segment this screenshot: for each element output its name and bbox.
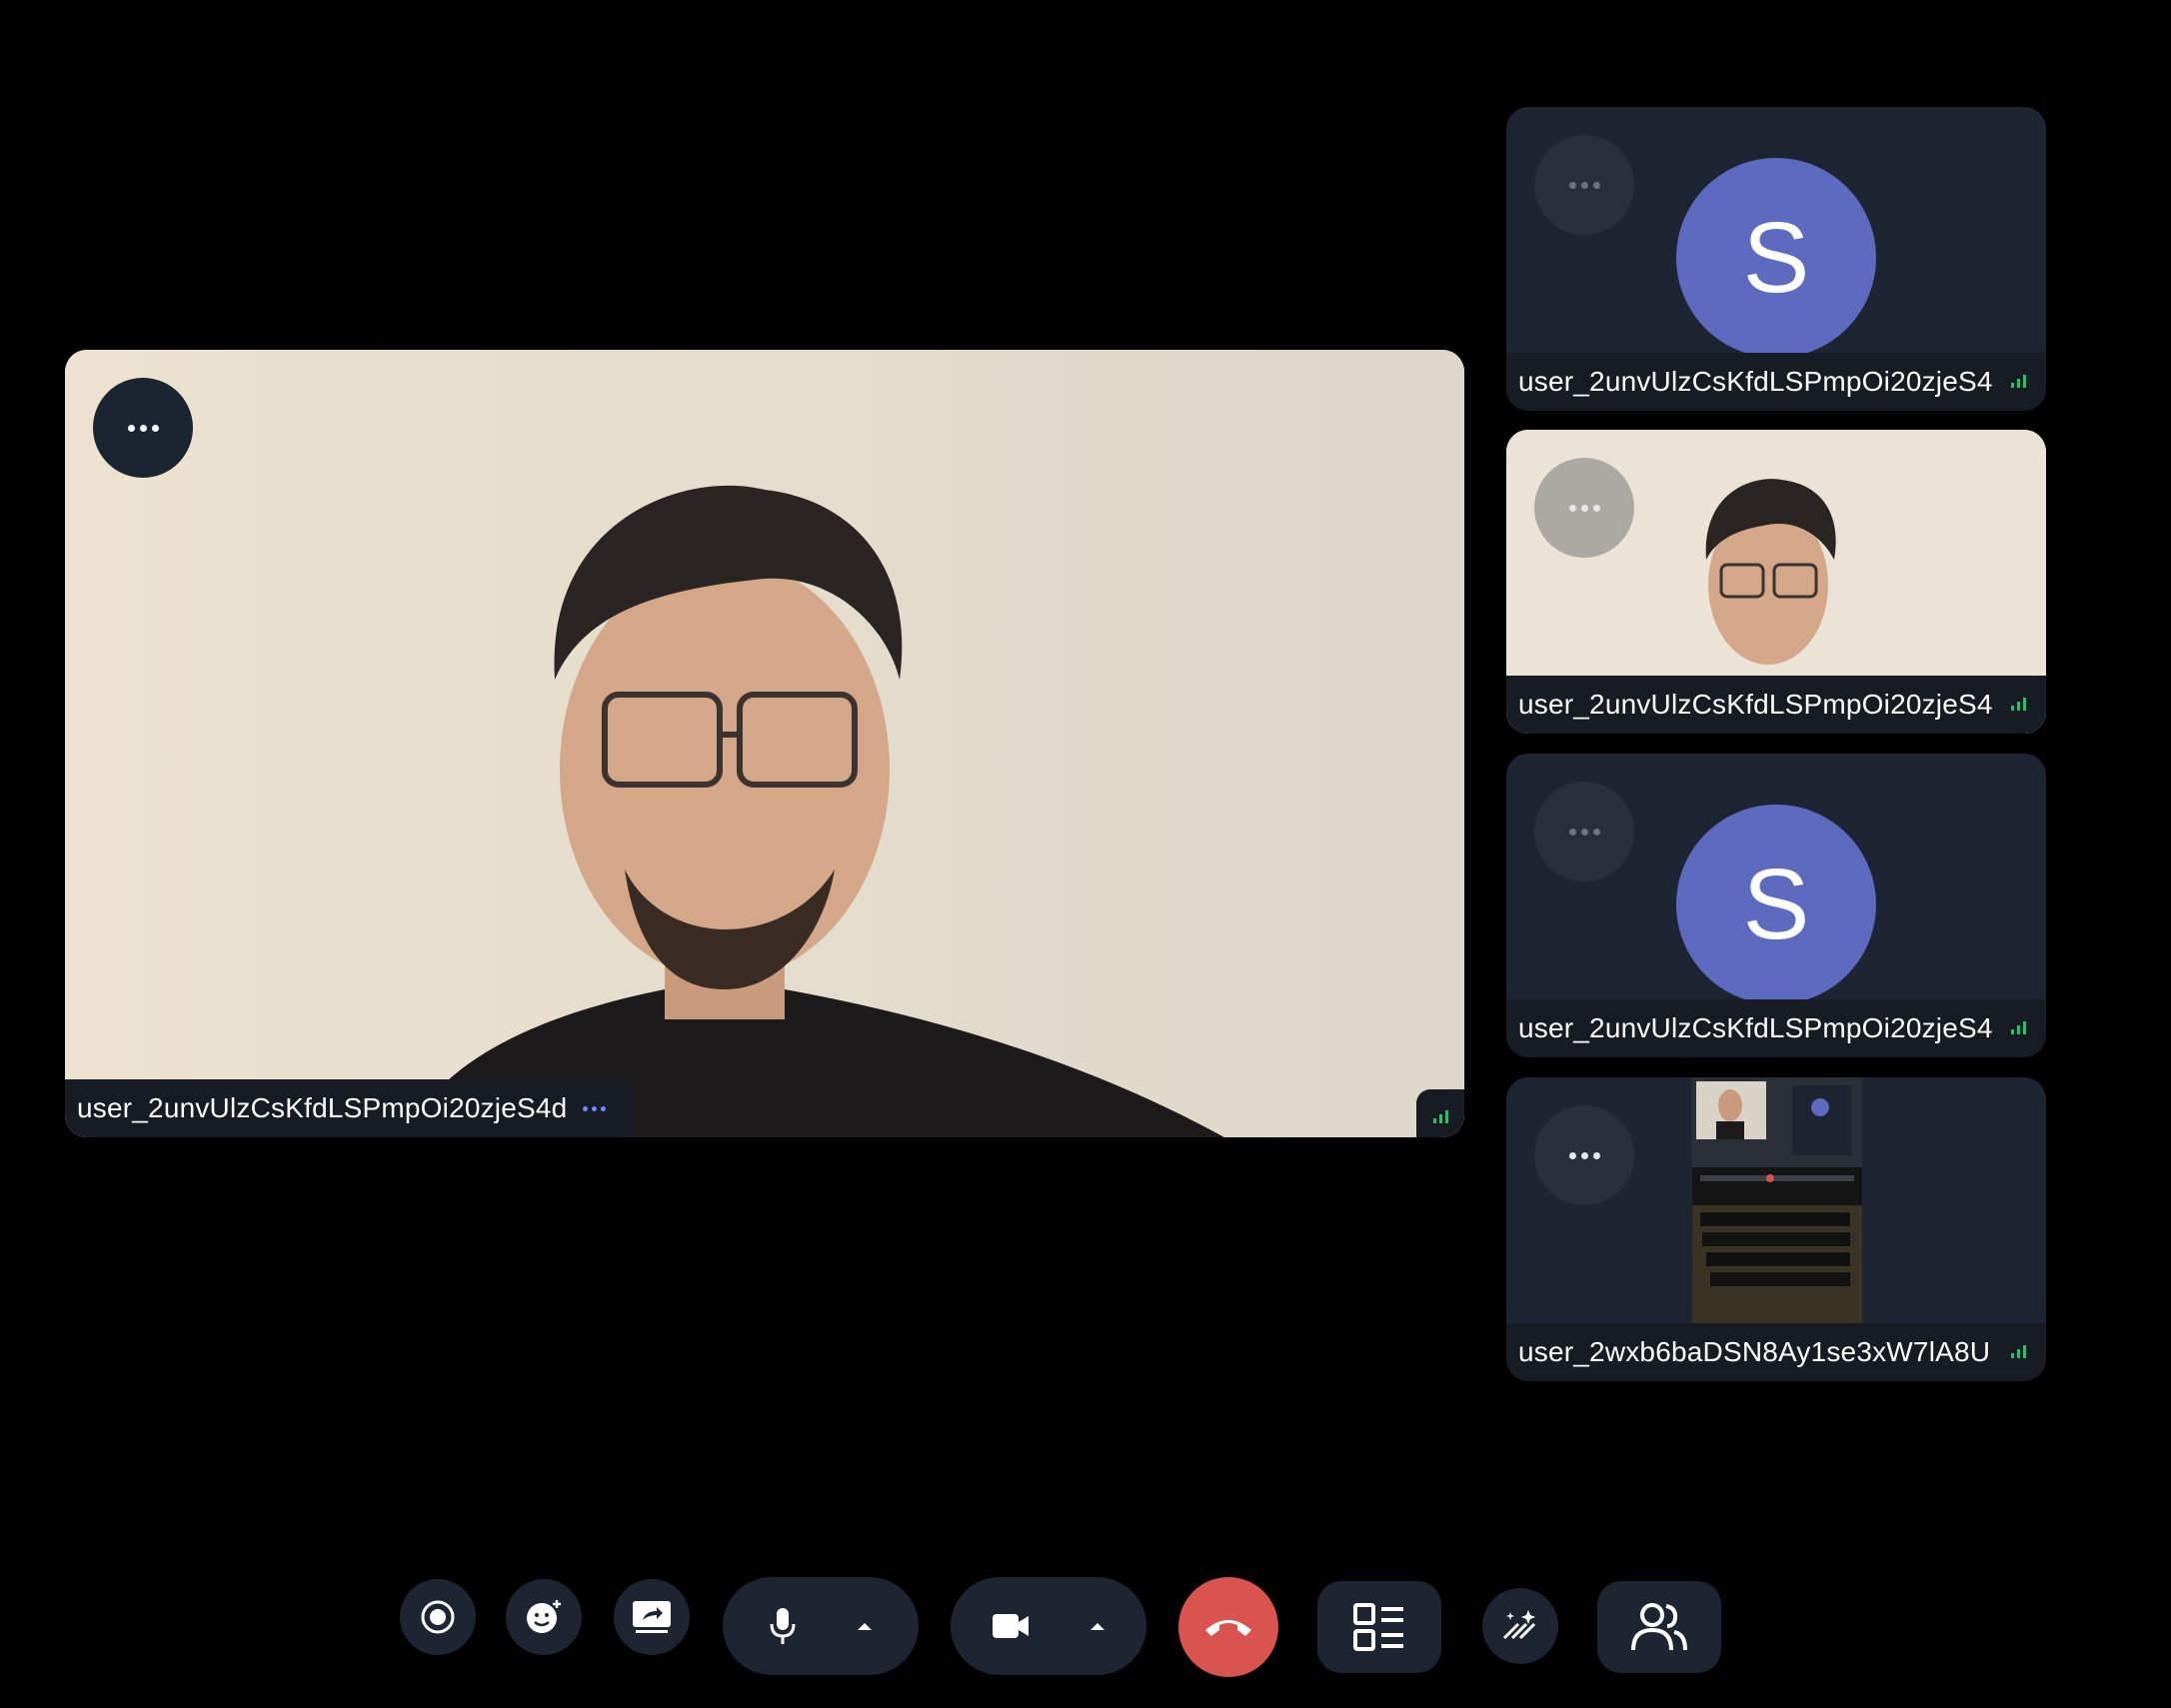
signal-strength-icon [2011,1021,2026,1034]
layout-button[interactable] [1317,1581,1441,1673]
participant-name-bar: user_2unvUlzCsKfdLSPmpOi20zjeS4 [1506,676,2046,734]
tile-options-button[interactable] [93,378,193,478]
main-video-tile[interactable]: user_2unvUlzCsKfdLSPmpOi20zjeS4d [65,350,1464,1137]
camera-icon[interactable] [992,1613,1030,1639]
record-icon [421,1600,455,1634]
signal-strength-icon [2011,1345,2026,1358]
participant-tile[interactable]: user_2wxb6baDSN8Ay1se3xW7lA8U [1506,1077,2046,1381]
layout-icon [1353,1603,1403,1651]
end-call-button[interactable] [1178,1577,1278,1677]
participants-button[interactable] [1597,1581,1721,1673]
participant-name: user_2wxb6baDSN8Ay1se3xW7lA8U [1518,1336,1991,1367]
signal-strength-icon [2011,375,2026,388]
share-screen-button[interactable] [614,1579,690,1655]
effects-icon [1502,1610,1536,1640]
participant-name-bar: user_2wxb6baDSN8Ay1se3xW7lA8U [1506,1323,2046,1381]
signal-strength-icon [2011,698,2026,711]
screen-share-preview [1692,1077,1862,1323]
participant-name: user_2unvUlzCsKfdLSPmpOi20zjeS4d [77,1092,568,1123]
signal-strength-icon [1416,1089,1464,1137]
avatar: S [1676,158,1876,358]
participant-name-bar: user_2unvUlzCsKfdLSPmpOi20zjeS4d [65,1079,634,1137]
participant-name: user_2unvUlzCsKfdLSPmpOi20zjeS4 [1518,689,1993,720]
participant-name: user_2unvUlzCsKfdLSPmpOi20zjeS4 [1518,1012,1993,1043]
microphone-icon[interactable] [769,1607,797,1645]
camera-control[interactable] [951,1577,1146,1675]
participant-tile[interactable]: S user_2unvUlzCsKfdLSPmpOi20zjeS4 [1506,107,2046,411]
more-dots-icon[interactable] [583,1105,607,1111]
participant-video [65,350,1464,1137]
participant-name: user_2unvUlzCsKfdLSPmpOi20zjeS4 [1518,366,1993,397]
reactions-button[interactable] [506,1579,582,1655]
microphone-control[interactable] [723,1577,919,1675]
participant-tile[interactable]: S user_2unvUlzCsKfdLSPmpOi20zjeS4 [1506,754,2046,1057]
participants-icon [1631,1603,1687,1651]
participant-tile[interactable]: user_2unvUlzCsKfdLSPmpOi20zjeS4 [1506,430,2046,734]
chevron-up-icon[interactable] [857,1621,873,1631]
effects-button[interactable] [1482,1588,1558,1664]
participant-name-bar: user_2unvUlzCsKfdLSPmpOi20zjeS4 [1506,999,2046,1057]
record-button[interactable] [400,1579,476,1655]
avatar: S [1676,805,1876,1004]
participant-name-bar: user_2unvUlzCsKfdLSPmpOi20zjeS4 [1506,353,2046,411]
tile-options-button[interactable] [1534,782,1634,881]
chevron-up-icon[interactable] [1089,1621,1105,1631]
end-call-icon [1205,1620,1251,1636]
tile-options-button[interactable] [1534,135,1634,235]
tile-options-button[interactable] [1534,458,1634,558]
emoji-icon [527,1600,561,1633]
tile-options-button[interactable] [1534,1105,1634,1205]
screen-share-icon [633,1601,671,1633]
